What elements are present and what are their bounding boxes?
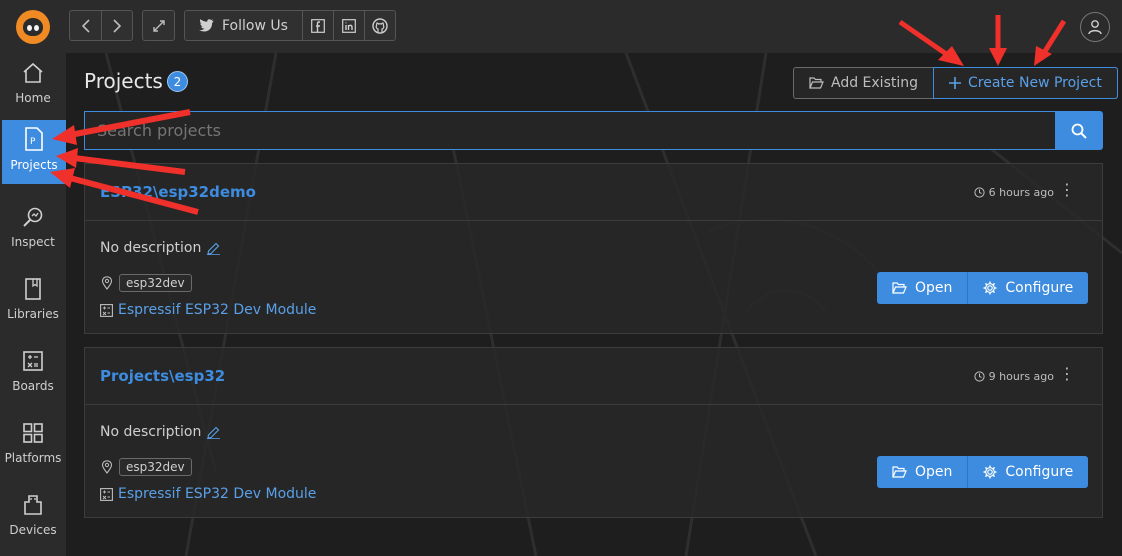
annotation-arrow bbox=[898, 19, 954, 61]
annotation-arrow-head bbox=[52, 125, 77, 145]
annotation-arrows bbox=[50, 15, 1067, 215]
annotation-arrow-head bbox=[56, 148, 78, 168]
annotation-arrow-head bbox=[50, 168, 75, 188]
annotation-arrow bbox=[73, 155, 186, 175]
annotation-arrow-head bbox=[989, 48, 1007, 66]
annotation-arrow bbox=[69, 109, 191, 138]
annotation-arrow bbox=[69, 175, 199, 215]
